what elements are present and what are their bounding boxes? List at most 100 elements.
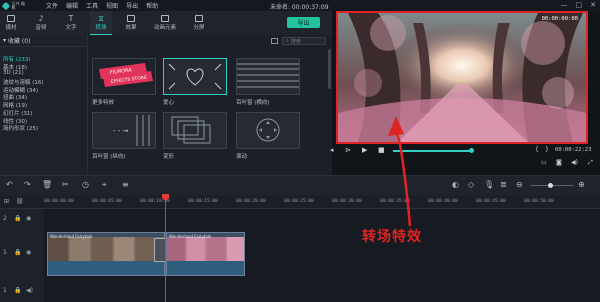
preview-time-top: 00:00:00:00	[541, 16, 578, 22]
lock-icon[interactable]: 🔒	[14, 215, 21, 222]
clip-thumbnails	[167, 237, 244, 263]
tab-label: 效果	[125, 25, 137, 31]
category-item-motion-blur[interactable]: 运动模糊 (34)	[0, 86, 87, 94]
annotation-arrow	[388, 116, 412, 227]
tab-text[interactable]: T 文字	[60, 11, 82, 35]
close-icon[interactable]: ✕	[590, 1, 596, 9]
render-icon[interactable]: ◐	[452, 180, 459, 189]
category-item-shapes[interactable]: 简约形状 (25)	[0, 124, 87, 132]
marker-icon[interactable]: ◇	[468, 180, 474, 189]
clip-audio-waveform	[48, 261, 164, 275]
export-button[interactable]: 导出	[287, 17, 320, 28]
adjust-icon[interactable]: ≡	[122, 180, 129, 189]
video-clip-1[interactable]: Wonderland Fairytale	[47, 232, 165, 276]
zoom-slider[interactable]	[530, 183, 574, 188]
annotation-label: 转场特效	[362, 229, 422, 245]
music-note-icon: ♪	[38, 14, 44, 23]
playback-knob[interactable]	[469, 148, 474, 153]
category-item-slideshow[interactable]: 幻灯片 (31)	[0, 109, 87, 117]
category-item-grid[interactable]: 网格 (19)	[0, 101, 87, 109]
thumbnail-more-effects[interactable]: FILMORA EFFECTS STORE	[92, 58, 156, 95]
crop-icon[interactable]: ⌖	[102, 180, 107, 190]
folder-icon	[7, 15, 15, 22]
thumbnail-scroll[interactable]	[236, 112, 300, 149]
clip-thumbnails	[48, 237, 164, 263]
menu-help[interactable]: 帮助	[146, 1, 158, 10]
tab-audio[interactable]: ♪ 音频	[30, 11, 52, 35]
mic-icon[interactable]: 🎙	[484, 180, 494, 189]
search-input[interactable]: ⌕ 搜索	[282, 37, 326, 45]
category-item-all[interactable]: 所有 (233)	[0, 55, 87, 63]
add-track-icon[interactable]: ⊞	[4, 198, 9, 205]
track-header-video-2: 2 🔒 ◉	[0, 209, 44, 231]
title-bar: 万兴 喵影 文件 编辑 工具 视图 导出 帮助 未命名: 00:00:37:09…	[0, 0, 600, 11]
blinds-horizontal-icon	[237, 63, 299, 88]
camera-icon[interactable]: ◙	[556, 159, 562, 166]
screen-icon[interactable]: ▭	[541, 159, 547, 166]
speed-icon[interactable]: ◷	[82, 180, 89, 189]
menu-file[interactable]: 文件	[46, 1, 58, 10]
mute-icon[interactable]: ◀)	[26, 287, 33, 294]
library-scrollbar[interactable]	[328, 49, 331, 89]
fullscreen-icon[interactable]: ⤢	[588, 159, 593, 167]
logo-text: 万兴 喵影	[11, 0, 25, 10]
track-header-video-1: 1 🔒 ◉	[0, 231, 44, 275]
eye-icon[interactable]: ◉	[26, 215, 31, 222]
thumbnail-label: 滚动	[236, 154, 248, 160]
undo-icon[interactable]: ↶	[6, 180, 13, 189]
play-icon[interactable]: ▶	[362, 146, 367, 154]
window-controls: — □ ✕	[561, 1, 597, 9]
menu-export[interactable]: 导出	[126, 1, 138, 10]
cut-icon[interactable]: ✂	[62, 180, 69, 189]
thumbnail-blinds-vertical[interactable]: - - →	[92, 112, 156, 149]
menu-view[interactable]: 视图	[106, 1, 118, 10]
favorites-item[interactable]: ▾ 收藏 (0)	[0, 35, 87, 47]
thumbnail-label: 百叶窗 (横向)	[236, 100, 270, 106]
tab-elements[interactable]: 动画元素	[150, 11, 180, 35]
prev-frame-icon[interactable]: ◂	[330, 146, 334, 154]
thumbnail-morph[interactable]	[163, 112, 227, 149]
volume-icon[interactable]: ◀)	[571, 159, 578, 166]
zoom-out-icon[interactable]: ⊖	[516, 180, 523, 189]
tab-split-screen[interactable]: 分屏	[188, 11, 210, 35]
tab-label: 分屏	[193, 25, 205, 31]
tab-transitions[interactable]: ⧖ 转场	[90, 11, 112, 35]
lock-icon[interactable]: 🔒	[14, 287, 21, 294]
thumbnail-blinds-horizontal[interactable]	[236, 58, 300, 95]
tab-media[interactable]: 媒材	[0, 11, 22, 35]
delete-icon[interactable]: 🗑	[42, 180, 52, 189]
transition-icon: ⧖	[98, 13, 104, 23]
category-item-basic[interactable]: 基本 (18)	[0, 63, 87, 71]
thumbnail-label: 百叶窗 (纵向)	[92, 154, 126, 160]
ruler-tick: 00:00:30:00	[332, 199, 362, 204]
zoom-knob[interactable]	[548, 183, 553, 188]
ruler-tick: 00:00:15:00	[188, 199, 218, 204]
tab-effects[interactable]: 效果	[120, 11, 142, 35]
step-back-icon[interactable]: ⊳	[345, 146, 351, 154]
link-icon[interactable]: ⛓	[16, 198, 24, 205]
track-number: 2	[3, 215, 7, 222]
maximize-icon[interactable]: □	[576, 1, 583, 9]
category-item-warp[interactable]: 扭曲 (34)	[0, 93, 87, 101]
menu-edit[interactable]: 编辑	[66, 1, 78, 10]
ruler-tick: 00:00:25:00	[284, 199, 314, 204]
grid-view-icon[interactable]	[271, 38, 278, 44]
thumbnail-label: 爱心	[163, 100, 175, 106]
image-icon	[161, 15, 169, 22]
menu-tools[interactable]: 工具	[86, 1, 98, 10]
category-item-linear[interactable]: 线性 (30)	[0, 117, 87, 125]
bracket-in-icon[interactable]: {	[535, 146, 539, 153]
video-clip-2[interactable]: Wonderland Fairytale	[166, 232, 245, 276]
track-number: 1	[3, 249, 7, 256]
thumbnail-heart[interactable]	[163, 58, 227, 95]
bracket-out-icon[interactable]: }	[545, 146, 549, 153]
zoom-in-icon[interactable]: ⊕	[578, 180, 585, 189]
audio-mix-icon[interactable]: ≣	[500, 180, 507, 189]
lock-icon[interactable]: 🔒	[14, 249, 21, 256]
minimize-icon[interactable]: —	[561, 1, 568, 9]
category-item-3d[interactable]: 3D (21)	[0, 70, 87, 78]
eye-icon[interactable]: ◉	[26, 249, 31, 256]
redo-icon[interactable]: ↷	[24, 180, 31, 189]
playhead[interactable]	[165, 195, 166, 302]
category-item-ripple[interactable]: 波纹与溶解 (16)	[0, 78, 87, 86]
